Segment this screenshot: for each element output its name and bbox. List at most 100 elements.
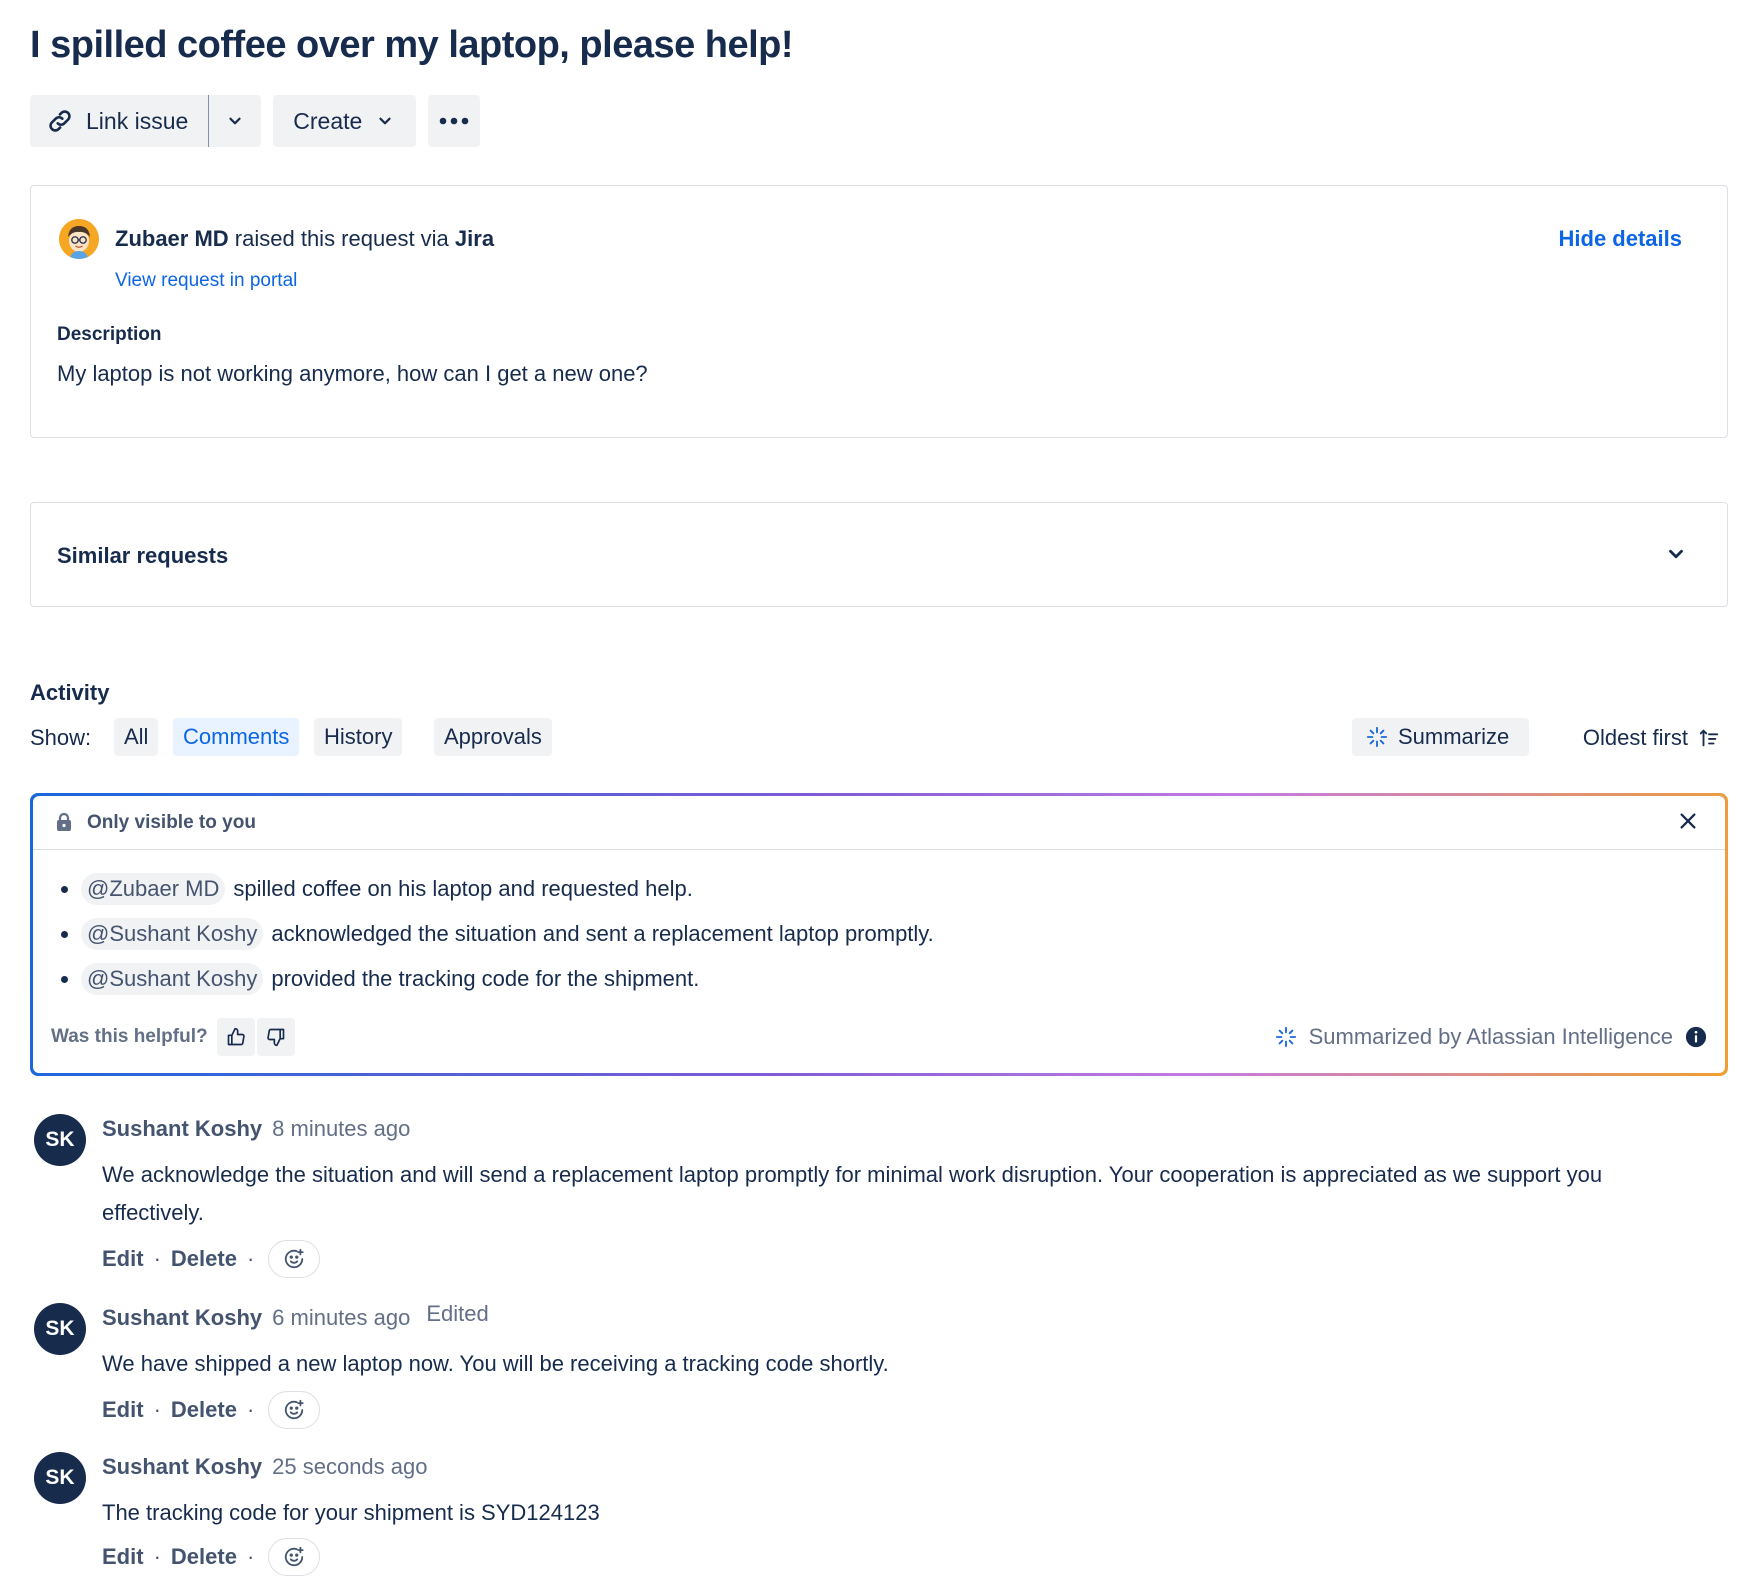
link-issue-group: Link issue <box>30 95 262 147</box>
comment-timestamp[interactable]: 8 minutes ago <box>272 1116 410 1141</box>
add-reaction-button[interactable] <box>268 1391 321 1429</box>
avatar[interactable]: SK <box>34 1452 86 1504</box>
edit-comment-button[interactable]: Edit <box>102 1544 144 1570</box>
create-label: Create <box>293 107 363 134</box>
list-item: @Sushant Koshy provided the tracking code… <box>59 956 934 1001</box>
description-text[interactable]: My laptop is not working anymore, how ca… <box>57 361 648 387</box>
link-issue-label: Link issue <box>86 107 189 134</box>
comment-author[interactable]: Sushant Koshy <box>102 1116 262 1141</box>
filter-history[interactable]: History <box>314 718 403 756</box>
issue-toolbar: Link issue Create <box>30 95 481 147</box>
emoji-add-icon <box>285 1248 304 1269</box>
chevron-down-icon <box>379 117 391 125</box>
edit-comment-button[interactable]: Edit <box>102 1246 144 1272</box>
comment-body: We acknowledge the situation and will se… <box>102 1162 1603 1225</box>
comment-actions: Edit · Delete · <box>102 1538 321 1576</box>
summary-text: provided the tracking code for the shipm… <box>271 965 700 991</box>
delete-comment-button[interactable]: Delete <box>171 1544 237 1570</box>
comment-meta: Sushant Koshy 6 minutes ago Edited <box>102 1301 489 1331</box>
close-icon[interactable] <box>1677 810 1699 832</box>
comment-author[interactable]: Sushant Koshy <box>102 1305 262 1330</box>
request-channel: Jira <box>454 226 495 251</box>
show-label: Show: <box>30 725 92 750</box>
description-label: Description <box>57 324 162 345</box>
avatar[interactable]: SK <box>34 1303 86 1355</box>
summarize-label: Summarize <box>1398 724 1510 749</box>
helpful-label: Was this helpful? <box>51 1026 208 1047</box>
activity-heading: Activity <box>30 680 110 705</box>
comment-meta: Sushant Koshy 25 seconds ago <box>102 1454 427 1480</box>
chevron-down-icon[interactable] <box>1665 543 1687 565</box>
visibility-label: Only visible to you <box>87 812 256 833</box>
reporter-name[interactable]: Zubaer MD <box>115 226 229 251</box>
link-issue-button[interactable]: Link issue <box>30 95 209 147</box>
add-reaction-button[interactable] <box>268 1240 321 1278</box>
separator: · <box>153 1397 161 1422</box>
raised-connector: raised this request via <box>228 226 455 251</box>
ai-sparkle-icon <box>1366 726 1388 748</box>
summary-text: acknowledged the situation and sent a re… <box>271 920 934 946</box>
ai-summary-footer: Was this helpful? Summarized by Atlassia… <box>51 1018 1707 1056</box>
similar-requests-title: Similar requests <box>57 543 229 568</box>
view-in-portal-link[interactable]: View request in portal <box>115 270 297 292</box>
ai-credit-label: Summarized by Atlassian Intelligence <box>1308 1024 1673 1049</box>
activity-filter-bar: Show: All Comments History Approvals Sum… <box>30 718 1728 756</box>
ai-summary-header: Only visible to you <box>33 796 1725 850</box>
comment-author[interactable]: Sushant Koshy <box>102 1454 262 1479</box>
ai-sparkle-icon <box>1275 1026 1296 1048</box>
filter-comments[interactable]: Comments <box>173 718 300 756</box>
user-mention[interactable]: @Zubaer MD <box>81 872 226 905</box>
summary-text: spilled coffee on his laptop and request… <box>233 875 693 901</box>
delete-comment-button[interactable]: Delete <box>171 1397 237 1423</box>
person-avatar-icon <box>59 219 99 259</box>
thumbs-up-button[interactable] <box>217 1018 255 1056</box>
edit-comment-button[interactable]: Edit <box>102 1397 144 1423</box>
more-icon <box>440 117 469 125</box>
filter-approvals[interactable]: Approvals <box>434 718 552 756</box>
user-mention[interactable]: @Sushant Koshy <box>81 917 264 950</box>
avatar[interactable]: SK <box>34 1114 86 1166</box>
link-icon <box>49 110 71 132</box>
emoji-add-icon <box>285 1399 304 1420</box>
thumbs-up-icon <box>227 1027 245 1046</box>
separator: · <box>246 1246 255 1271</box>
ai-summary-list: @Zubaer MD spilled coffee on his laptop a… <box>59 866 934 1001</box>
comment-timestamp[interactable]: 6 minutes ago <box>272 1305 410 1330</box>
list-item: @Zubaer MD spilled coffee on his laptop a… <box>59 866 934 911</box>
thumbs-down-button[interactable] <box>257 1018 295 1056</box>
ai-summary-content: Only visible to you @Zubaer MD spilled co… <box>33 796 1725 1073</box>
reporter-avatar[interactable] <box>59 219 99 259</box>
summarize-button[interactable]: Summarize <box>1352 718 1530 756</box>
create-button[interactable]: Create <box>273 95 417 147</box>
issue-title[interactable]: I spilled coffee over my laptop, please … <box>30 24 794 67</box>
comment-body: We have shipped a new laptop now. You wi… <box>102 1351 889 1376</box>
separator: · <box>153 1544 161 1569</box>
comment-timestamp[interactable]: 25 seconds ago <box>272 1454 427 1479</box>
hide-details-link[interactable]: Hide details <box>1559 226 1682 252</box>
sort-order-button[interactable]: Oldest first <box>1583 725 1720 751</box>
comment-meta: Sushant Koshy 8 minutes ago <box>102 1116 410 1142</box>
chevron-down-icon <box>229 117 241 125</box>
emoji-add-icon <box>285 1546 304 1567</box>
ai-summary-panel: Only visible to you @Zubaer MD spilled co… <box>30 793 1728 1076</box>
info-icon[interactable] <box>1685 1026 1707 1048</box>
similar-requests-panel[interactable]: Similar requests <box>30 502 1728 607</box>
more-actions-button[interactable] <box>428 95 481 147</box>
lock-icon <box>57 812 71 831</box>
separator: · <box>153 1246 161 1271</box>
delete-comment-button[interactable]: Delete <box>171 1246 237 1272</box>
sort-ascending-icon <box>1699 729 1719 747</box>
separator: · <box>246 1544 255 1569</box>
comment-actions: Edit · Delete · <box>102 1391 321 1429</box>
user-mention[interactable]: @Sushant Koshy <box>81 962 264 995</box>
list-item: @Sushant Koshy acknowledged the situation… <box>59 911 934 956</box>
separator: · <box>246 1397 255 1422</box>
ai-credit: Summarized by Atlassian Intelligence <box>1275 1024 1707 1050</box>
sort-order-label: Oldest first <box>1582 725 1688 750</box>
thumbs-down-icon <box>267 1028 285 1047</box>
filter-all[interactable]: All <box>114 718 159 756</box>
raised-by-text: Zubaer MD raised this request via Jira <box>115 226 494 252</box>
link-issue-dropdown-button[interactable] <box>209 95 262 147</box>
edited-badge: Edited <box>426 1301 489 1326</box>
add-reaction-button[interactable] <box>268 1538 321 1576</box>
